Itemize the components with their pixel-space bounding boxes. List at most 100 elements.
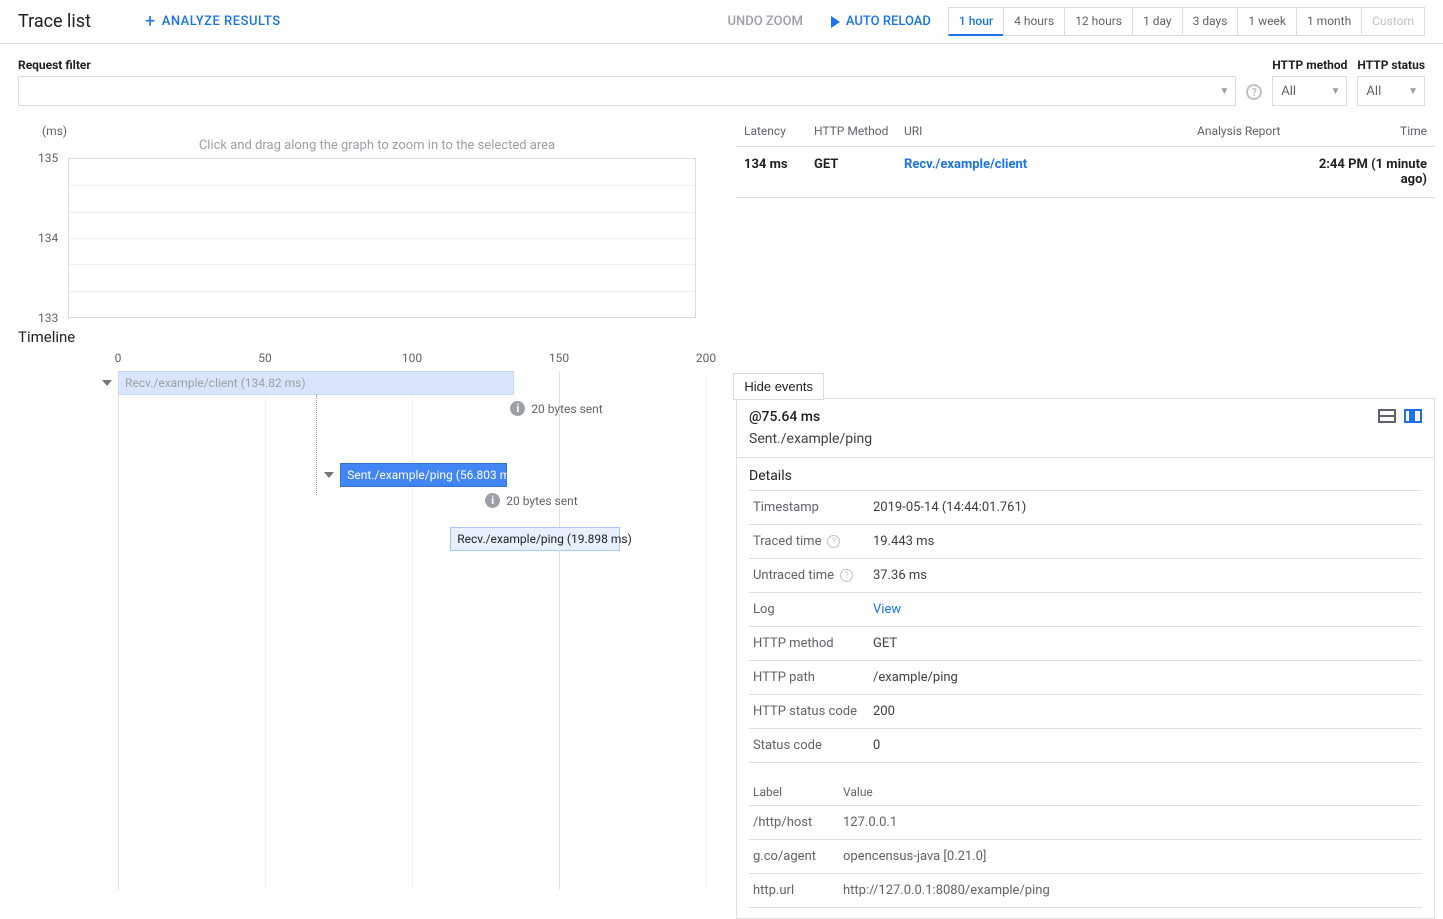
request-filter-input[interactable]: ▼ [18,76,1236,106]
span-sent-ping[interactable]: Sent./example/ping (56.803 ms) [340,463,507,487]
detail-row: HTTP methodGET [749,627,1422,661]
detail-row: LogView [749,593,1422,627]
labels-col-value: Value [843,785,1418,799]
detail-key: HTTP status code [753,704,873,719]
chevron-down-icon[interactable] [324,472,334,478]
detail-value: 19.443 ms [873,534,1418,549]
detail-row: Untraced time?37.36 ms [749,559,1422,593]
details-section-title: Details [737,458,1434,490]
filter-row: Request filter ▼ ? HTTP method All ▼ HTT… [0,44,1443,106]
analyze-results-label: ANALYZE RESULTS [162,14,281,29]
hide-events-button[interactable]: Hide events [733,373,824,400]
span-annotation: i 20 bytes sent [485,493,577,508]
x-tick: 0 [115,351,122,365]
toolbar: Trace list + ANALYZE RESULTS UNDO ZOOM A… [0,0,1443,44]
x-tick: 150 [549,351,569,365]
page-title: Trace list [18,11,91,32]
help-icon[interactable]: ? [840,569,853,582]
detail-row: Status code0 [749,729,1422,763]
info-icon: i [510,401,525,416]
x-tick: 50 [258,351,272,365]
y-tick: 135 [38,151,58,165]
label-value: 127.0.0.1 [843,815,1418,830]
layout-horizontal-icon[interactable] [1378,409,1396,423]
trace-table-row[interactable]: 134 ms GET Recv./example/client 2:44 PM … [736,146,1435,198]
cell-uri[interactable]: Recv./example/client [904,157,1197,187]
http-method-value: All [1281,84,1296,99]
dropdown-icon: ▼ [1408,86,1418,97]
span-root[interactable]: Recv./example/client (134.82 ms) [118,371,514,395]
details-table: Timestamp2019-05-14 (14:44:01.761)Traced… [749,490,1422,763]
col-time: Time [1297,124,1427,138]
labels-col-label: Label [753,785,843,799]
detail-value: 200 [873,704,1418,719]
detail-key: HTTP method [753,636,873,651]
detail-value: 2019-05-14 (14:44:01.761) [873,500,1418,515]
y-tick: 134 [38,231,58,245]
chart-hint: Click and drag along the graph to zoom i… [18,138,736,157]
detail-row: Traced time?19.443 ms [749,525,1422,559]
col-report: Analysis Report [1197,124,1297,138]
time-range-1-month[interactable]: 1 month [1296,7,1362,36]
http-method-label: HTTP method [1272,58,1347,72]
help-icon[interactable]: ? [1246,84,1262,100]
detail-value: /example/ping [873,670,1418,685]
label-row: http.urlhttp://127.0.0.1:8080/example/pi… [749,874,1422,908]
span-recv-ping[interactable]: Recv./example/ping (19.898 ms) [450,527,620,551]
time-range-custom[interactable]: Custom [1361,7,1425,36]
col-method: HTTP Method [814,124,904,138]
time-range-1-day[interactable]: 1 day [1132,7,1183,36]
span-annotation: i 20 bytes sent [510,401,602,416]
layout-vertical-icon[interactable] [1404,409,1422,423]
detail-value[interactable]: View [873,602,1418,617]
http-status-select[interactable]: All ▼ [1357,76,1425,106]
dropdown-icon: ▼ [1219,86,1229,97]
detail-key: Timestamp [753,500,873,515]
detail-row: Timestamp2019-05-14 (14:44:01.761) [749,491,1422,525]
label-row: g.co/agentopencensus-java [0.21.0] [749,840,1422,874]
label-key: /http/host [753,815,843,830]
col-uri: URI [904,124,1197,138]
detail-row: HTTP path/example/ping [749,661,1422,695]
play-icon [831,16,840,28]
detail-value: GET [873,636,1418,651]
latency-chart[interactable]: Click and drag along the graph to zoom i… [18,138,736,318]
help-icon[interactable]: ? [827,535,840,548]
time-range-group: 1 hour 4 hours 12 hours 1 day 3 days 1 w… [949,7,1425,36]
undo-zoom-button[interactable]: UNDO ZOOM [728,14,803,29]
time-range-1-week[interactable]: 1 week [1237,7,1297,36]
timeline-axis: 0 50 100 150 200 [118,350,706,370]
analyze-results-button[interactable]: + ANALYZE RESULTS [145,13,281,31]
info-icon: i [485,493,500,508]
detail-value: 0 [873,738,1418,753]
x-tick: 200 [696,351,716,365]
auto-reload-button[interactable]: AUTO RELOAD [831,14,931,29]
http-method-select[interactable]: All ▼ [1272,76,1347,106]
time-range-1-hour[interactable]: 1 hour [948,7,1004,36]
detail-panel: @75.64 ms Sent./example/ping Details Tim… [736,398,1435,919]
http-status-value: All [1366,84,1381,99]
labels-header: Label Value [749,777,1422,806]
x-tick: 100 [402,351,422,365]
annotation-text: 20 bytes sent [531,402,602,416]
detail-row: HTTP status code200 [749,695,1422,729]
dropdown-icon: ▼ [1331,86,1341,97]
chevron-down-icon[interactable] [102,380,112,386]
col-latency: Latency [744,124,814,138]
detail-key: Status code [753,738,873,753]
cell-latency: 134 ms [744,157,814,187]
detail-key: Log [753,602,873,617]
time-range-12-hours[interactable]: 12 hours [1064,7,1133,36]
trace-table-header: Latency HTTP Method URI Analysis Report … [736,124,1435,146]
time-range-4-hours[interactable]: 4 hours [1003,7,1065,36]
time-range-3-days[interactable]: 3 days [1182,7,1239,36]
detail-key: Traced time? [753,534,873,549]
detail-value: 37.36 ms [873,568,1418,583]
annotation-text: 20 bytes sent [506,494,577,508]
connector [316,395,317,495]
detail-key: HTTP path [753,670,873,685]
detail-key: Untraced time? [753,568,873,583]
label-key: g.co/agent [753,849,843,864]
cell-report [1197,157,1297,187]
y-axis-unit: (ms) [42,124,736,138]
